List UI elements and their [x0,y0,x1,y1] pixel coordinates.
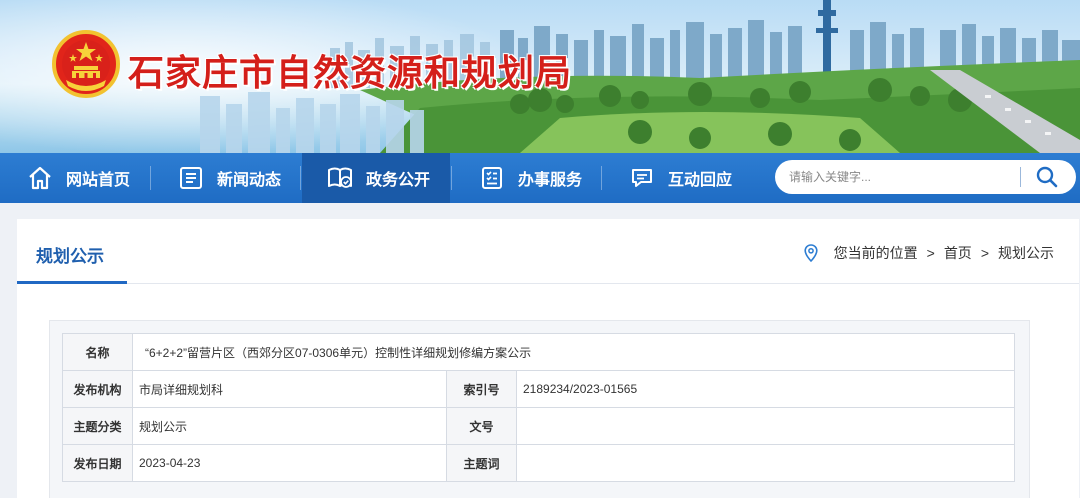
nav-item-home[interactable]: 网站首页 [26,153,130,203]
document-meta-table: 名称 “6+2+2”留营片区（西郊分区07-0306单元）控制性详细规划修编方案… [62,333,1015,482]
nav-item-service[interactable]: 办事服务 [478,153,582,203]
breadcrumb-separator: > [980,245,989,261]
search-icon [1036,166,1058,188]
nav-item-label: 办事服务 [518,172,583,189]
service-icon [478,164,506,192]
breadcrumb-link-home[interactable]: 首页 [944,243,972,263]
content-panel: 规划公示 您当前的位置 > 首页 > 规划公示 名称 “6+2+2”留营片区（西… [17,219,1079,498]
nav-item-label: 互动回应 [668,172,733,189]
document-meta-box: 名称 “6+2+2”留营片区（西郊分区07-0306单元）控制性详细规划修编方案… [49,320,1030,498]
nav-divider [300,166,301,190]
meta-value-date: 2023-04-23 [132,444,447,482]
breadcrumb: 您当前的位置 > 首页 > 规划公示 [804,243,1054,263]
nav-item-interaction[interactable]: 互动回应 [628,153,732,203]
breadcrumb-separator: > [926,245,935,261]
search-divider [1020,167,1021,187]
nav-divider [150,166,151,190]
national-emblem-icon [52,30,120,98]
table-row: 发布日期 2023-04-23 主题词 [62,444,1015,482]
nav-item-label: 网站首页 [66,172,131,189]
header-banner: 石家庄市自然资源和规划局 [0,0,1080,153]
breadcrumb-prefix: 您当前的位置 [833,245,918,261]
site-title: 石家庄市自然资源和规划局 [128,53,573,94]
meta-label-publisher: 发布机构 [62,370,133,408]
meta-value-doc-number [516,407,1015,445]
news-icon [177,164,205,192]
search-button[interactable] [1029,164,1065,190]
breadcrumb-link-planning-notice[interactable]: 规划公示 [998,243,1054,263]
location-pin-icon [804,244,818,262]
nav-item-label: 新闻动态 [217,172,282,189]
home-icon [26,164,54,192]
meta-label-keywords: 主题词 [446,444,517,482]
nav-item-gov-affairs[interactable]: 政务公开 [302,153,450,203]
chat-icon [628,164,656,192]
meta-label-index: 索引号 [446,370,517,408]
gov-affairs-icon [326,164,354,192]
nav-divider [601,166,602,190]
nav-item-label: 政务公开 [366,172,431,189]
meta-value-category: 规划公示 [132,407,447,445]
search-input[interactable] [789,170,1009,184]
meta-label-name: 名称 [62,333,133,371]
search-box [775,160,1076,194]
meta-value-index: 2189234/2023-01565 [516,370,1015,408]
meta-label-category: 主题分类 [62,407,133,445]
meta-label-doc-number: 文号 [446,407,517,445]
meta-label-date: 发布日期 [62,444,133,482]
table-row: 主题分类 规划公示 文号 [62,407,1015,445]
nav-item-news[interactable]: 新闻动态 [177,153,281,203]
section-title-underline [17,281,127,284]
table-row: 发布机构 市局详细规划科 索引号 2189234/2023-01565 [62,370,1015,408]
table-row: 名称 “6+2+2”留营片区（西郊分区07-0306单元）控制性详细规划修编方案… [62,333,1015,371]
panel-header: 规划公示 您当前的位置 > 首页 > 规划公示 [17,219,1079,284]
meta-value-name: “6+2+2”留营片区（西郊分区07-0306单元）控制性详细规划修编方案公示 [132,333,1015,371]
meta-value-keywords [516,444,1015,482]
meta-value-publisher: 市局详细规划科 [132,370,447,408]
section-title: 规划公示 [36,247,104,266]
nav-divider [451,166,452,190]
